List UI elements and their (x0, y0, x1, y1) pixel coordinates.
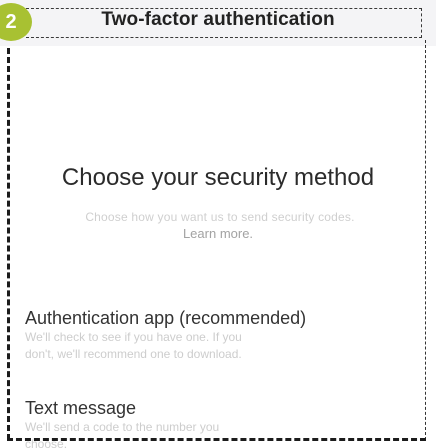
option-description-line: We'll send a code to the number you (25, 420, 220, 434)
option-description-line: choose. (25, 437, 68, 448)
option-title: Authentication app (recommended) (25, 308, 307, 328)
dialog-frame-left (7, 48, 10, 440)
two-factor-page: 2 Two-factor authentication Choose your … (0, 0, 436, 448)
header-title: Two-factor authentication (101, 9, 335, 30)
option-description-line: We'll check to see if you have one. If y… (25, 330, 242, 344)
method-description: Choose how you want us to send security … (85, 210, 355, 224)
option-title: Text message (25, 398, 137, 418)
option-authentication-app[interactable]: Authentication app (recommended) We'll c… (25, 307, 415, 363)
page-title: Choose your security method (61, 164, 375, 191)
option-text-message[interactable]: Text message We'll send a code to the nu… (25, 397, 415, 448)
option-description-line: don't, we'll recommend one to download. (25, 347, 242, 361)
learn-more-link[interactable]: Learn more. (0, 226, 436, 241)
header-bar: 2 Two-factor authentication (0, 0, 436, 46)
